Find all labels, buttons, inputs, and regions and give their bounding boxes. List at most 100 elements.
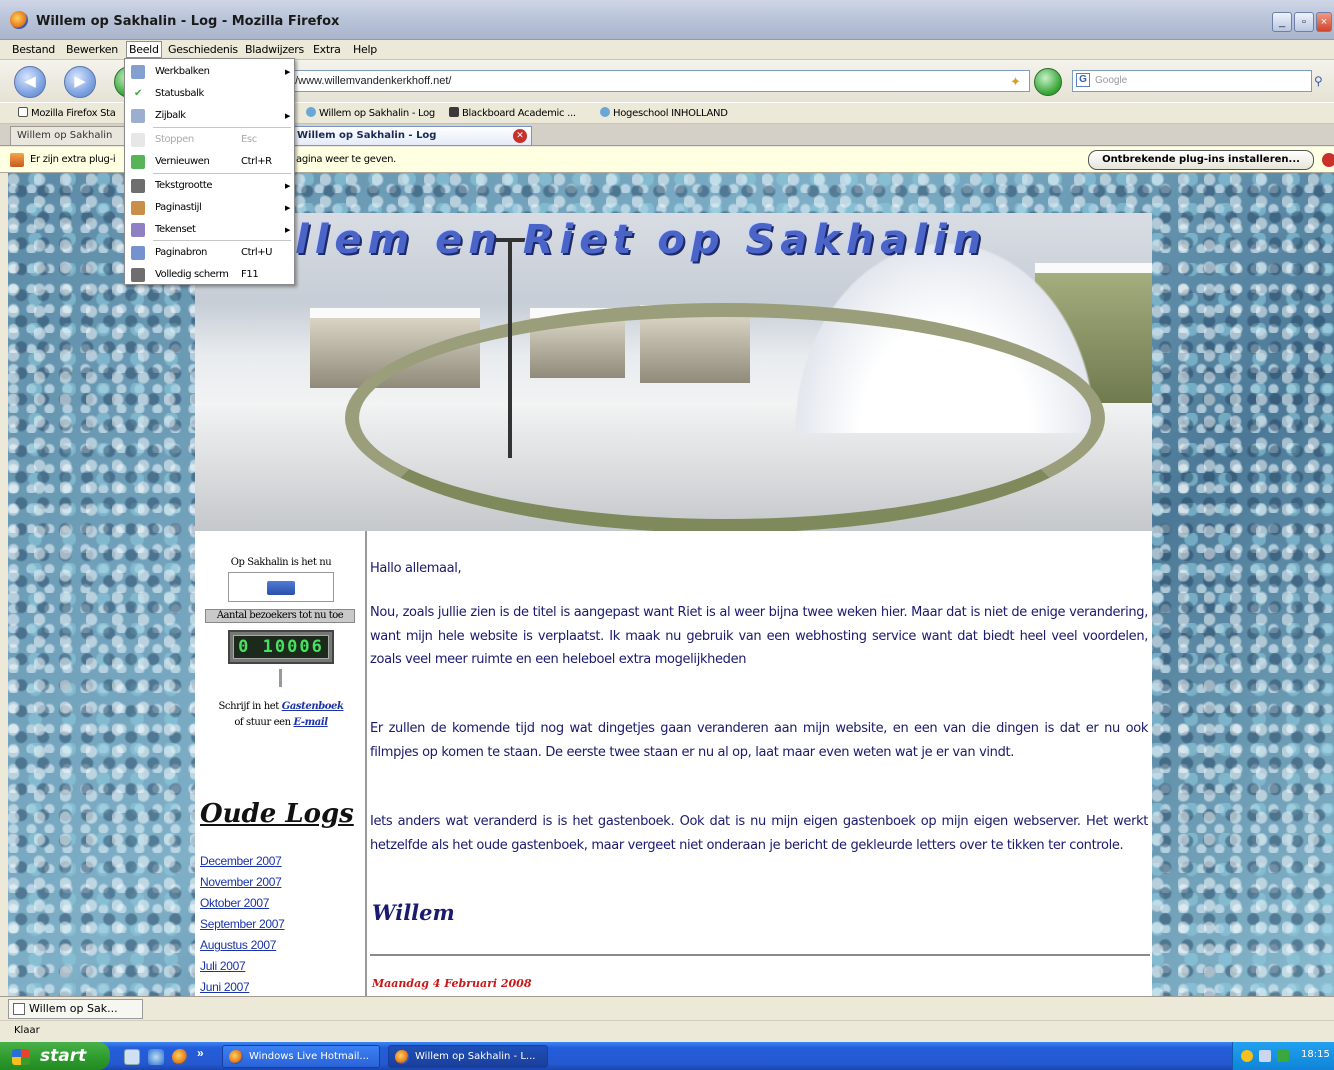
taskbar-item-label: Willem op Sakhalin - L... [415,1051,536,1062]
internet-explorer-icon[interactable] [148,1049,164,1065]
bookmark-blackboard[interactable]: Blackboard Academic ... [449,107,576,119]
firefox-quicklaunch-icon[interactable] [172,1049,188,1065]
address-bar[interactable]: ://www.willemvandenkerkhoff.net/ [280,70,1030,92]
firefox-icon [395,1050,409,1064]
next-post-date: Maandag 4 Februari 2008 [372,977,532,990]
menu-item-tekenset[interactable]: Tekenset ▶ [125,219,294,241]
firefox-page-taskbar: Willem op Sak... [0,996,1334,1020]
menu-item-label: Paginastijl [155,202,202,213]
menu-item-label: Stoppen [155,134,194,145]
install-plugins-button[interactable]: Ontbrekende plug-ins installeren... [1088,150,1314,170]
beeld-dropdown-menu: Werkbalken ▶ ✔ Statusbalk Zijbalk ▶ Stoppen Esc… [124,58,295,285]
menu-item-werkbalken[interactable]: Werkbalken ▶ [125,61,294,83]
google-icon[interactable]: G [1076,73,1090,87]
quicklaunch-more-icon[interactable]: » [197,1046,204,1060]
post-paragraph-3: Iets anders wat veranderd is is het gast… [370,814,1148,853]
notification-message-start: Er zijn extra plug-i [30,154,116,165]
time-widget[interactable] [228,572,334,602]
menu-item-zijbalk[interactable]: Zijbalk ▶ [125,105,294,127]
menu-item-volledig-scherm[interactable]: Volledig scherm F11 [125,264,294,286]
archive-link-oktober-2007[interactable]: Oktober 2007 [200,893,360,914]
firefox-icon [10,11,28,29]
archive-link-augustus-2007[interactable]: Augustus 2007 [200,935,360,956]
network-icon[interactable] [1259,1050,1271,1062]
windows-logo-icon [12,1049,30,1065]
submenu-arrow-icon: ▶ [285,204,290,212]
menu-item-statusbalk[interactable]: ✔ Statusbalk [125,83,294,105]
menu-item-vernieuwen[interactable]: Vernieuwen Ctrl+R [125,151,294,173]
close-notification-icon[interactable] [1322,153,1334,167]
menu-item-paginastijl[interactable]: Paginastijl ▶ [125,197,294,219]
checkmark-icon: ✔ [134,88,142,99]
reload-icon [131,155,145,169]
firefox-icon [229,1050,243,1064]
post-paragraph-1: Nou, zoals jullie zien is de titel is aa… [370,605,1148,668]
menu-item-paginabron[interactable]: Paginabron Ctrl+U [125,242,294,264]
guestbook-link[interactable]: Gastenboek [282,701,344,712]
archive-link-juli-2007[interactable]: Juli 2007 [200,956,360,977]
bookmark-label: Willem op Sakhalin - Log [319,108,435,119]
window-titlebar[interactable]: Willem op Sakhalin - Log - Mozilla Firef… [0,0,1334,40]
menu-separator [153,127,291,128]
menu-bar: Bestand Bewerken Beeld Geschiedenis Blad… [0,40,1334,60]
menu-item-label: Zijbalk [155,110,186,121]
stop-icon [131,133,145,147]
blog-page: llem en Riet op Sakhalin Op Sakhalin is … [195,213,1152,996]
archive-link-september-2007[interactable]: September 2007 [200,914,360,935]
restore-button[interactable]: ▫ [1294,12,1314,32]
page-viewport[interactable]: llem en Riet op Sakhalin Op Sakhalin is … [8,173,1334,996]
taskbar-item-willem[interactable]: Willem op Sakhalin - L... [388,1045,548,1068]
visitor-count-label: Aantal bezoekers tot nu toe [205,609,355,623]
location-pin-icon [306,107,316,117]
archive-link-december-2007[interactable]: December 2007 [200,851,360,872]
menu-item-label: Vernieuwen [155,156,210,167]
left-sidebar: Op Sakhalin is het nu Aantal bezoekers t… [195,531,367,996]
bookmark-mozilla-firefox[interactable]: Mozilla Firefox Sta [18,107,116,119]
menu-extra[interactable]: Extra [313,43,341,56]
start-button[interactable]: start [0,1042,110,1070]
menu-bestand[interactable]: Bestand [12,43,55,56]
warning-icon[interactable] [1241,1050,1253,1062]
bookmark-willem-op-sakhalin[interactable]: Willem op Sakhalin - Log [306,107,435,119]
post-paragraph-2: Er zullen de komende tijd nog wat dinget… [370,721,1148,760]
search-input[interactable]: Google [1072,70,1312,92]
menu-item-tekstgrootte[interactable]: Tekstgrootte ▶ [125,175,294,197]
show-desktop-icon[interactable] [124,1049,140,1065]
tab-willem-op-sakhalin-log[interactable]: Willem op Sakhalin - Log ✕ [290,126,532,146]
post-signature: Willem [372,900,455,925]
page-task-button[interactable]: Willem op Sak... [8,999,143,1019]
lamppost [508,238,512,458]
search-icon[interactable]: ⚲ [1314,74,1323,88]
puzzle-piece-icon [10,153,24,167]
archive-link-juni-2007[interactable]: Juni 2007 [200,977,360,996]
rss-icon[interactable]: ✦ [1010,74,1021,90]
banner-title: llem en Riet op Sakhalin [295,217,988,263]
header-banner-photo: llem en Riet op Sakhalin [195,213,1152,531]
close-button[interactable]: × [1316,12,1332,32]
tab-willem-op-sakhalin[interactable]: Willem op Sakhalin [10,126,125,146]
menu-bewerken[interactable]: Bewerken [66,43,118,56]
tray-app-icon[interactable] [1277,1050,1289,1062]
menu-help[interactable]: Help [353,43,377,56]
post-divider [370,954,1150,956]
archive-link-november-2007[interactable]: November 2007 [200,872,360,893]
clock-icon [267,581,295,595]
toolbars-icon [131,65,145,79]
back-arrow-icon[interactable]: ◀ [14,66,46,98]
taskbar-item-hotmail[interactable]: Windows Live Hotmail... [222,1045,380,1068]
forward-arrow-icon[interactable]: ▶ [64,66,96,98]
menu-geschiedenis[interactable]: Geschiedenis [168,43,238,56]
close-tab-icon[interactable]: ✕ [513,129,527,143]
bookmark-hogeschool-inholland[interactable]: Hogeschool INHOLLAND [600,107,728,119]
system-tray: 18:15 [1232,1042,1334,1070]
minimize-button[interactable]: _ [1272,12,1292,32]
email-link[interactable]: E-mail [293,717,328,728]
menu-separator [153,173,291,174]
page-style-icon [131,201,145,215]
time-label: Op Sakhalin is het nu [230,557,332,568]
submenu-arrow-icon: ▶ [285,226,290,234]
menu-bladwijzers[interactable]: Bladwijzers [245,43,304,56]
submenu-arrow-icon: ▶ [285,68,290,76]
go-button[interactable] [1034,68,1062,96]
menu-beeld[interactable]: Beeld [126,41,162,58]
